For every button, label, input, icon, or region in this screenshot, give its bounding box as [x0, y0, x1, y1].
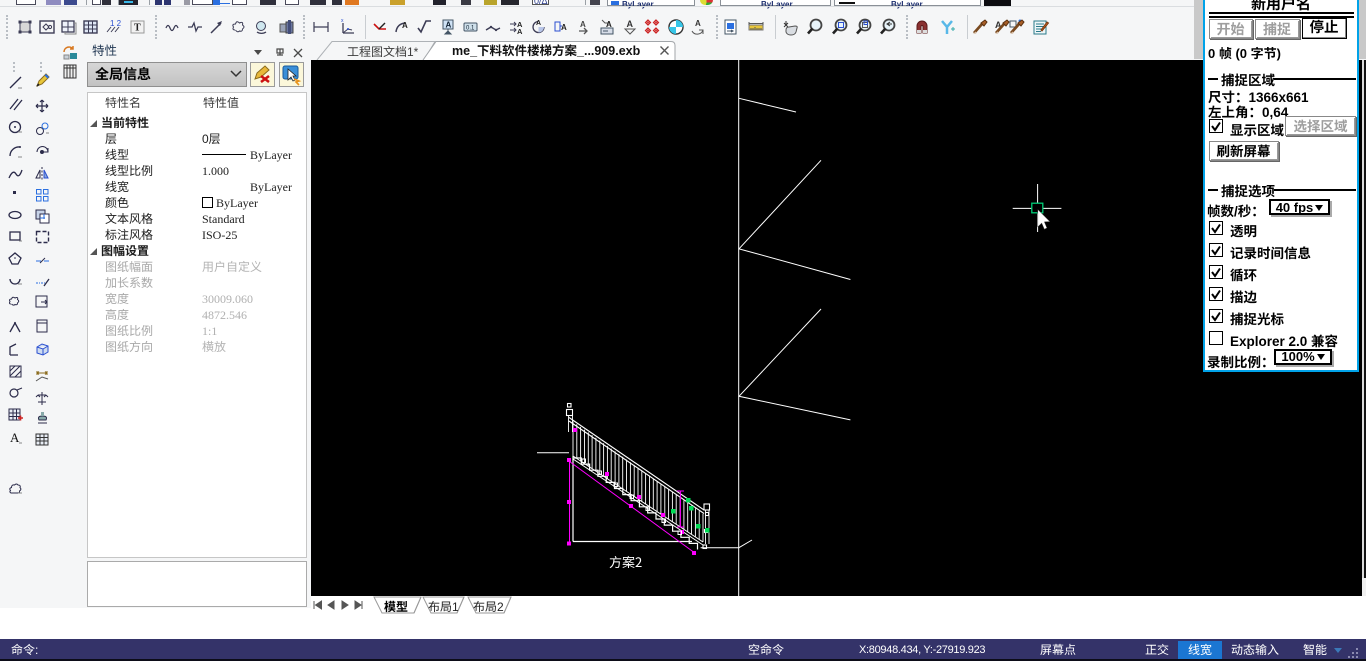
svg-text:A: A	[536, 20, 541, 27]
svg-text:A: A	[10, 430, 20, 445]
svg-text:A: A	[446, 21, 452, 30]
svg-text:方案2: 方案2	[609, 552, 642, 571]
svg-text:A: A	[580, 20, 586, 29]
svg-text:A: A	[627, 19, 634, 29]
svg-text:T: T	[134, 23, 141, 34]
svg-text:A: A	[402, 21, 408, 30]
svg-text:A: A	[695, 19, 701, 28]
svg-text:A: A	[561, 23, 567, 32]
svg-text:0.1: 0.1	[466, 26, 475, 32]
svg-text:A: A	[517, 27, 523, 36]
svg-text:1 2: 1 2	[110, 19, 122, 28]
